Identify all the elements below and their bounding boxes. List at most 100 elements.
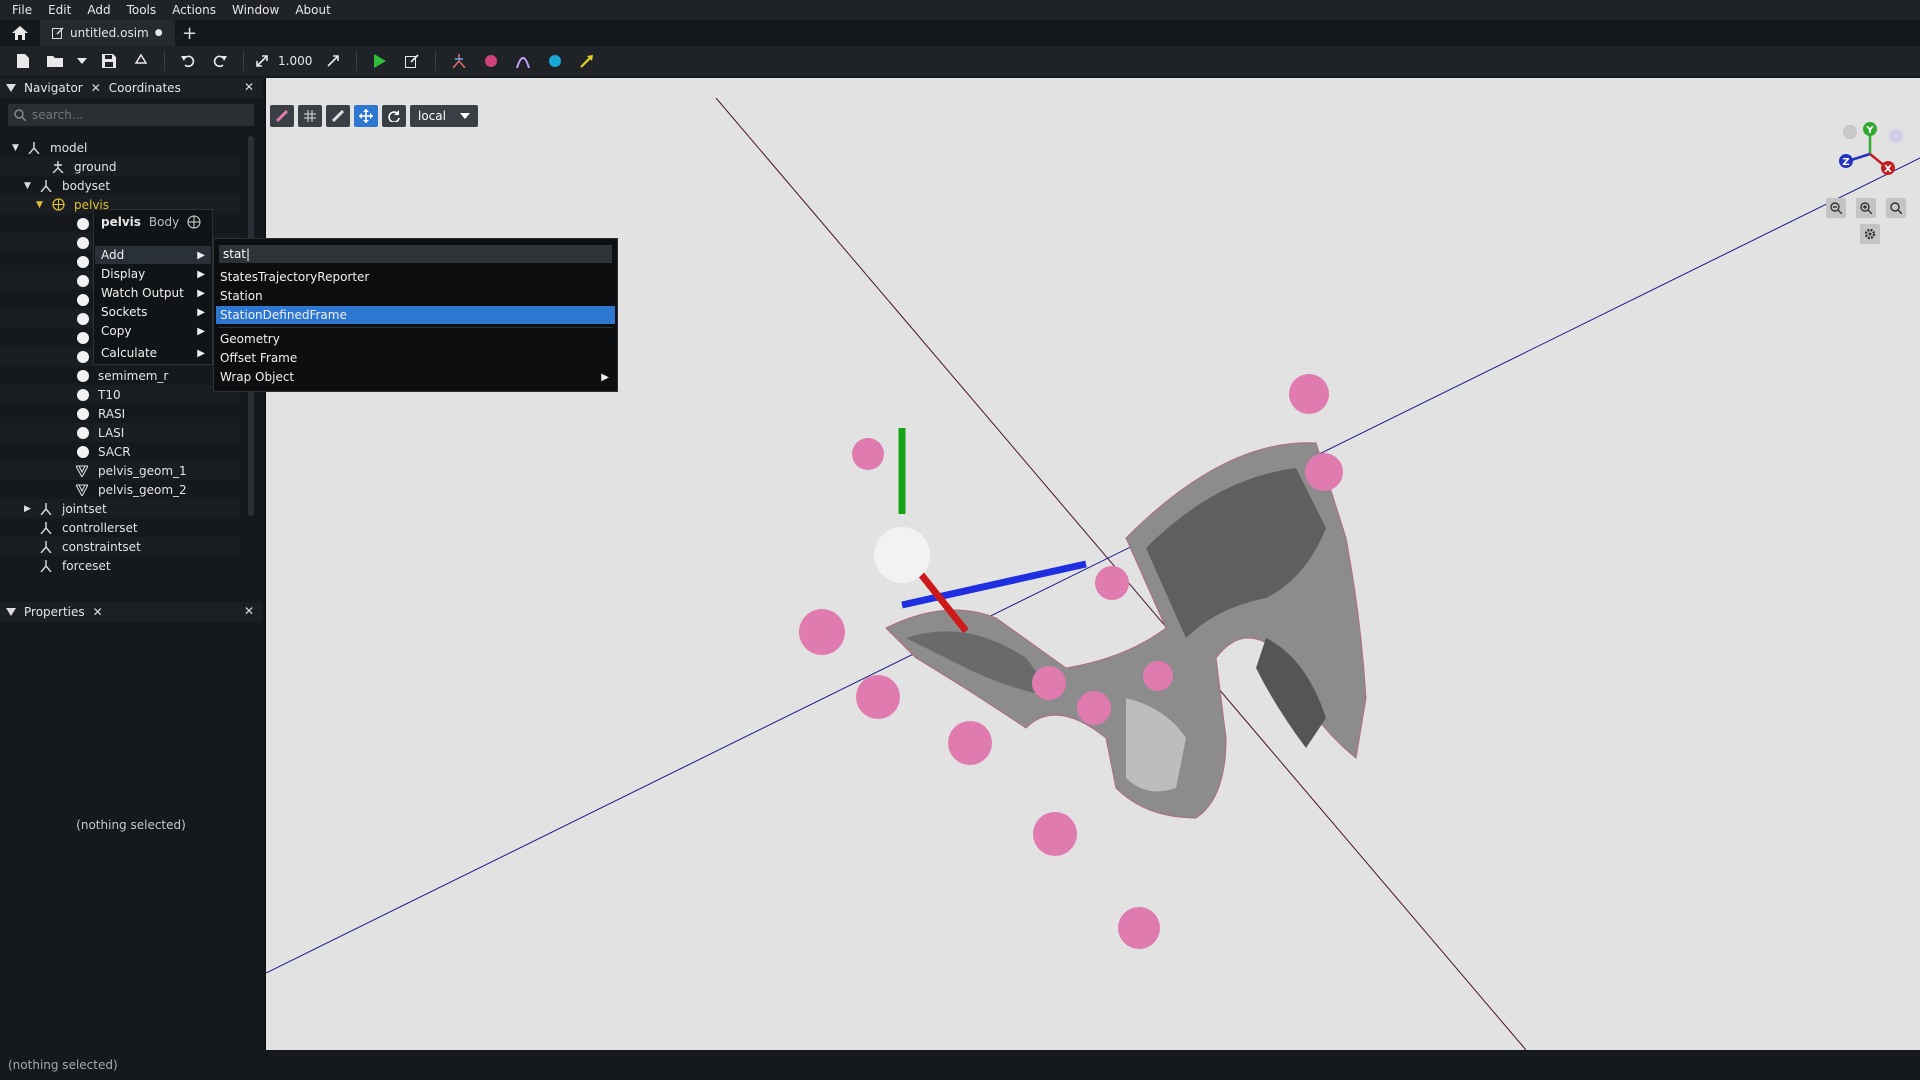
marker-sphere[interactable]: [1033, 812, 1077, 856]
submenu-item-stationdefinedframe[interactable]: StationDefinedFrame: [216, 306, 615, 324]
marker-sphere[interactable]: [799, 609, 845, 655]
marker-sphere[interactable]: [1095, 566, 1129, 600]
menu-about[interactable]: About: [287, 3, 338, 17]
marker-sphere[interactable]: [1032, 666, 1066, 700]
add-muscle-button[interactable]: [508, 49, 538, 73]
tree-item[interactable]: pelvis_geom_1: [0, 461, 240, 480]
context-item-sockets[interactable]: Sockets ▶: [95, 303, 211, 321]
add-force-button[interactable]: [572, 49, 602, 73]
autoscale-button[interactable]: [318, 49, 348, 73]
context-item-add[interactable]: Add ▶: [95, 246, 211, 264]
tree-item[interactable]: ▼ model: [0, 138, 240, 157]
tree-item[interactable]: SACR: [0, 442, 240, 461]
tree-item[interactable]: T10: [0, 385, 240, 404]
properties-tab[interactable]: Properties: [24, 605, 85, 619]
ruler-button[interactable]: [326, 105, 350, 127]
menu-tools[interactable]: Tools: [119, 3, 165, 17]
pelvis-mesh[interactable]: [885, 442, 1367, 819]
close-icon[interactable]: ✕: [91, 81, 101, 95]
navigator-tab[interactable]: Navigator: [24, 81, 83, 95]
new-tab-button[interactable]: +: [175, 20, 205, 46]
context-item-label: Sockets: [101, 305, 148, 319]
marker-sphere[interactable]: [856, 675, 900, 719]
close-panel-icon[interactable]: ✕: [244, 80, 254, 94]
chevron-down-icon[interactable]: ▼: [36, 200, 48, 210]
open-file-button[interactable]: [40, 49, 70, 73]
marker-sphere[interactable]: [852, 438, 884, 470]
navigator-search[interactable]: search...: [8, 104, 254, 126]
add-geometry-button[interactable]: [540, 49, 570, 73]
tree-item[interactable]: RASI: [0, 404, 240, 423]
tree-item[interactable]: pelvis_geom_2: [0, 480, 240, 499]
grid-button[interactable]: [298, 105, 322, 127]
rotate-mode-button[interactable]: [382, 105, 406, 127]
marker-icon: [76, 331, 92, 345]
marker-sphere[interactable]: [1289, 374, 1329, 414]
context-item-calculate[interactable]: Calculate ▶: [95, 344, 211, 362]
tree-item[interactable]: ▶ jointset: [0, 499, 240, 518]
scale-icon-button[interactable]: [252, 49, 272, 73]
viewer-settings-button[interactable]: [1860, 224, 1880, 244]
tree-item[interactable]: ground: [0, 157, 240, 176]
marker-sphere[interactable]: [1077, 691, 1111, 725]
collapse-icon[interactable]: [6, 608, 16, 616]
submenu-item-offset-frame[interactable]: Offset Frame: [216, 349, 615, 367]
scale-factor-value[interactable]: 1.000: [274, 54, 316, 68]
orientation-gizmo[interactable]: Y Z X: [1830, 118, 1910, 198]
menu-edit[interactable]: Edit: [40, 3, 79, 17]
chevron-down-icon[interactable]: ▼: [24, 181, 36, 191]
new-file-button[interactable]: [8, 49, 38, 73]
close-panel-icon[interactable]: ✕: [244, 604, 254, 618]
context-item-copy[interactable]: Copy ▶: [95, 322, 211, 340]
undo-button[interactable]: [173, 49, 203, 73]
tree-item[interactable]: LASI: [0, 423, 240, 442]
menu-window[interactable]: Window: [224, 3, 287, 17]
chevron-right-icon[interactable]: ▶: [24, 504, 36, 514]
chevron-right-icon: ▶: [197, 325, 205, 337]
chevron-down-icon[interactable]: ▼: [12, 143, 24, 153]
submenu-item-wrap-object[interactable]: Wrap Object ▶: [216, 368, 615, 386]
context-item-watch-output[interactable]: Watch Output ▶: [95, 284, 211, 302]
home-tab[interactable]: [0, 20, 40, 46]
marker-sphere[interactable]: [1143, 661, 1173, 691]
submenu-item-geometry[interactable]: Geometry: [216, 330, 615, 348]
gizmo-neg-axis[interactable]: [1889, 129, 1903, 143]
submenu-item-statestrajectoryreporter[interactable]: StatesTrajectoryReporter: [216, 268, 615, 286]
tree-item[interactable]: constraintset: [0, 537, 240, 556]
add-body-button[interactable]: [444, 49, 474, 73]
zoom-out-button[interactable]: [1826, 198, 1846, 218]
eraser-button[interactable]: [270, 105, 294, 127]
tree-item[interactable]: forceset: [0, 556, 240, 575]
submenu-item-station[interactable]: Station: [216, 287, 615, 305]
gizmo-neg-axis[interactable]: [1843, 125, 1857, 139]
reload-button[interactable]: [126, 49, 156, 73]
add-marker-button[interactable]: [476, 49, 506, 73]
zoom-fit-button[interactable]: [1886, 198, 1906, 218]
tree-item[interactable]: ▼ bodyset: [0, 176, 240, 195]
frame-origin-sphere[interactable]: [874, 527, 930, 583]
marker-sphere[interactable]: [1118, 907, 1160, 949]
document-tab[interactable]: untitled.osim ●: [40, 20, 175, 46]
open-recent-dropdown[interactable]: [72, 49, 92, 73]
menu-file[interactable]: File: [4, 3, 40, 17]
muscle-tool-icon: [516, 57, 531, 68]
frame-space-select[interactable]: local: [410, 105, 478, 127]
simulate-button[interactable]: [365, 49, 395, 73]
frame-icon: [52, 160, 68, 173]
edit-sim-params-button[interactable]: [397, 49, 427, 73]
marker-sphere[interactable]: [1305, 453, 1343, 491]
redo-button[interactable]: [205, 49, 235, 73]
zoom-in-button[interactable]: [1856, 198, 1876, 218]
coordinates-tab[interactable]: Coordinates: [109, 81, 181, 95]
menu-add[interactable]: Add: [79, 3, 118, 17]
translate-mode-button[interactable]: [354, 105, 378, 127]
tree-item[interactable]: controllerset: [0, 518, 240, 537]
add-search-input[interactable]: stat |: [219, 245, 612, 263]
save-button[interactable]: [94, 49, 124, 73]
tree-item[interactable]: semimem_r: [0, 366, 240, 385]
context-item-display[interactable]: Display ▶: [95, 265, 211, 283]
close-icon[interactable]: ✕: [93, 605, 103, 619]
menu-actions[interactable]: Actions: [164, 3, 224, 17]
collapse-icon[interactable]: [6, 84, 16, 92]
marker-sphere[interactable]: [948, 721, 992, 765]
